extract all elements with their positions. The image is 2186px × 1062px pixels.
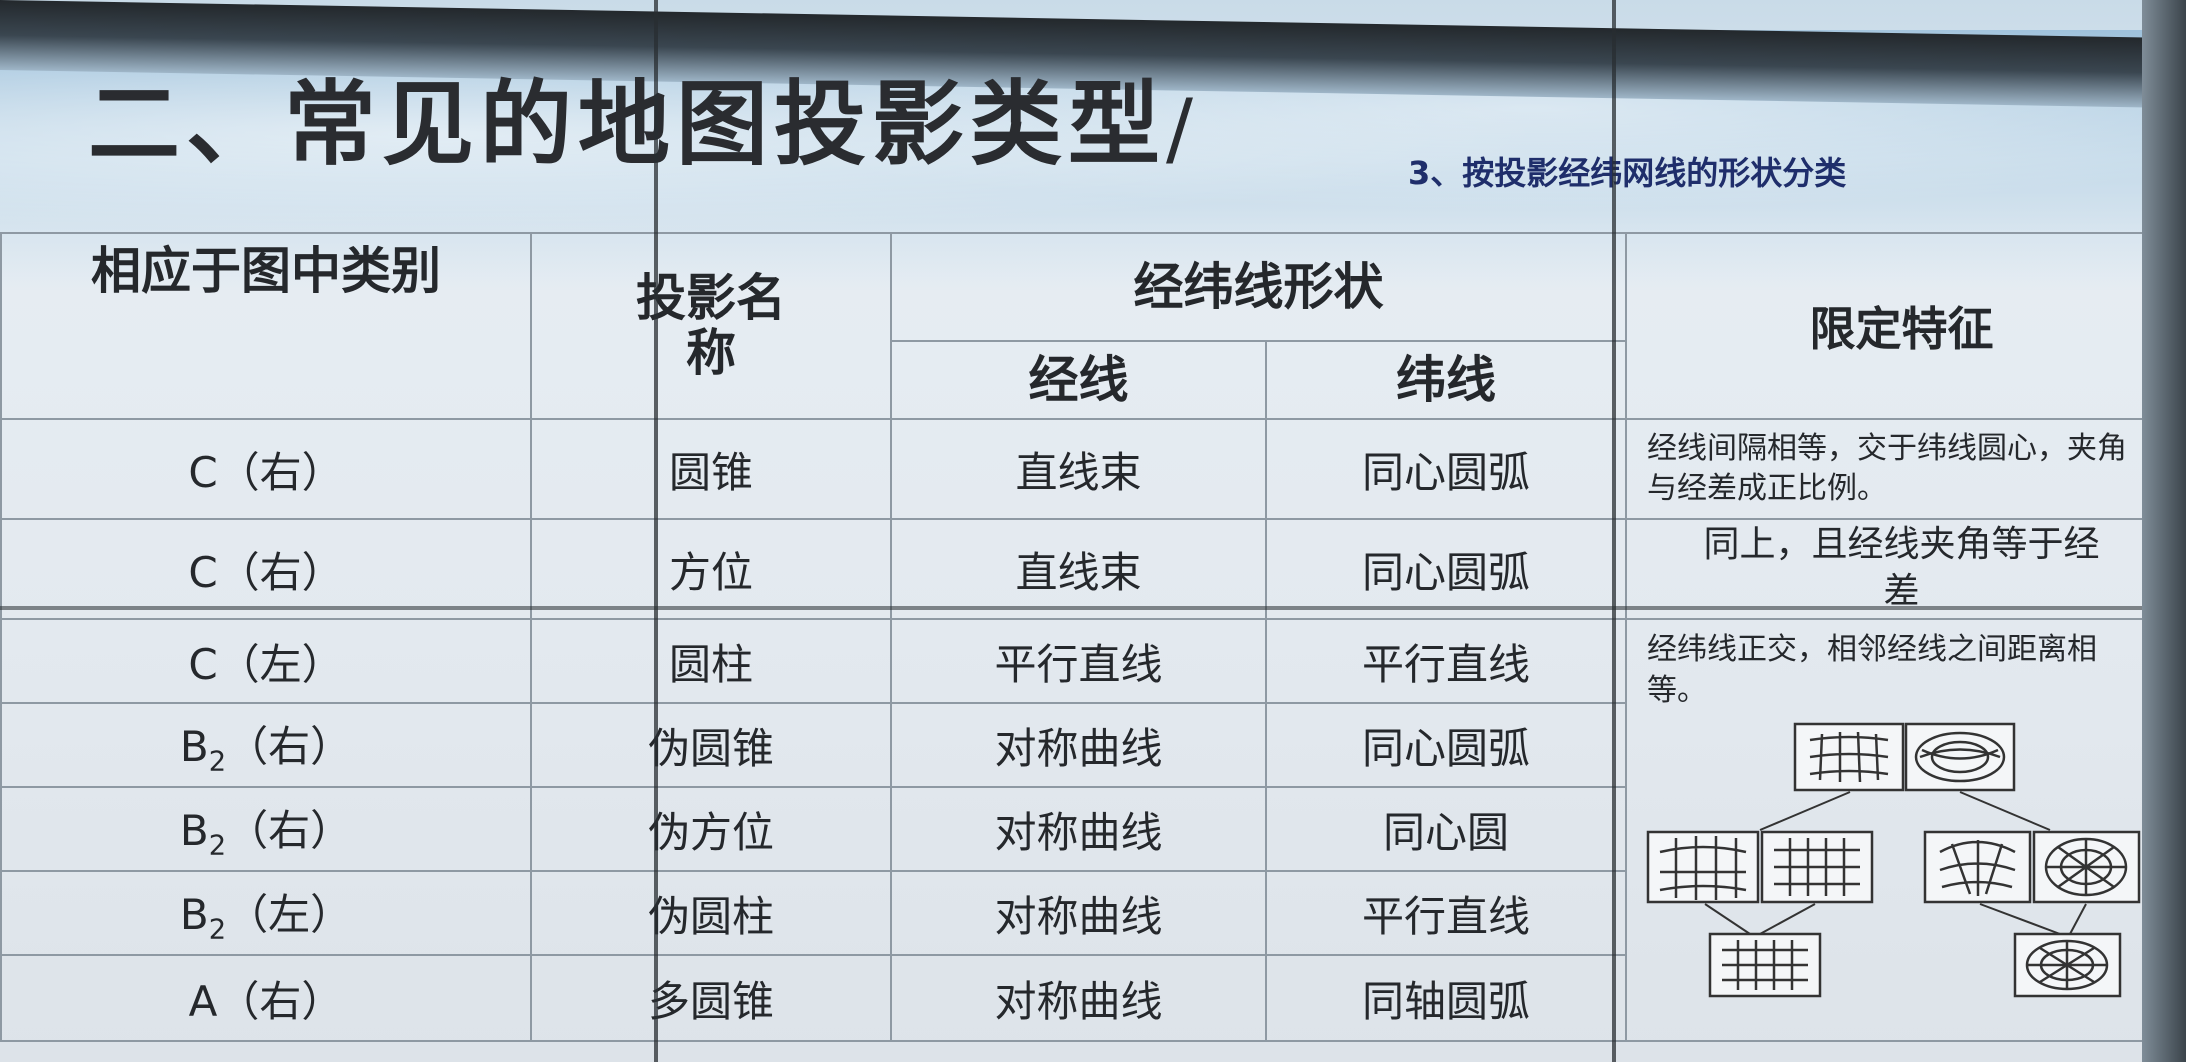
row-meridian-shape: 对称曲线 xyxy=(890,786,1267,872)
row-projection-name: 伪圆锥 xyxy=(530,702,892,788)
row-parallel-shape: 平行直线 xyxy=(1265,618,1627,704)
row-meridian-shape: 直线束 xyxy=(890,418,1267,520)
graticule-bottom-grid-icon xyxy=(1708,932,1822,998)
row-parallel-shape: 同心圆弧 xyxy=(1265,418,1627,520)
table-row: C（右） 圆锥 直线束 同心圆弧 经线间隔相等，交于纬线圆心，夹角与经差成正比例… xyxy=(0,418,2178,520)
row-meridian-shape: 对称曲线 xyxy=(890,870,1267,956)
row-projection-name: 圆柱 xyxy=(530,618,892,704)
row-parallel-shape: 同轴圆弧 xyxy=(1265,954,1627,1042)
row-feature-text: 同上，且经线夹角等于经差 xyxy=(1703,524,2100,612)
category-subscript: 2 xyxy=(208,746,227,778)
row-category: B2（右） xyxy=(0,786,532,872)
graticule-bottom-polar-icon xyxy=(2013,932,2122,998)
row-parallel-shape: 同心圆弧 xyxy=(1265,518,1627,620)
header-parallel: 纬线 xyxy=(1265,340,1627,420)
row-category: B2（左） xyxy=(0,870,532,956)
header-feature: 限定特征 xyxy=(1625,232,2178,420)
row-projection-name: 多圆锥 xyxy=(530,954,892,1042)
header-category: 相应于图中类别 xyxy=(0,232,532,420)
header-category-label: 相应于图中类别 xyxy=(91,242,441,300)
row-category: C（右） xyxy=(0,418,532,520)
graticule-conic-icon xyxy=(1923,830,2032,904)
graticule-pseudo-cylindrical-icon xyxy=(1646,830,1760,904)
category-letter: B xyxy=(179,721,209,771)
row-feature: 经线间隔相等，交于纬线圆心，夹角与经差成正比例。 xyxy=(1625,418,2178,520)
category-letter: B xyxy=(179,889,209,939)
table-row: C（右） 方位 直线束 同心圆弧 同上，且经线夹角等于经差 xyxy=(0,518,2178,620)
graticule-grid-icon xyxy=(1760,830,1874,904)
category-subscript: 2 xyxy=(208,914,227,946)
category-side: （右） xyxy=(226,805,353,855)
title-slash: / xyxy=(1166,82,1199,175)
screen-right-bezel xyxy=(2142,0,2186,1062)
table-row: C（左） 圆柱 平行直线 平行直线 经纬线正交，相邻经线之间距离相等。 xyxy=(0,618,2178,1042)
row-projection-name: 圆锥 xyxy=(530,418,892,520)
row-feature: 同上，且经线夹角等于经差 xyxy=(1625,518,2178,620)
display-seam-vertical xyxy=(1612,0,1616,1062)
category-side: （右） xyxy=(226,721,353,771)
row-parallel-shape: 同心圆 xyxy=(1265,786,1627,872)
presentation-slide: 二、常见的地图投影类型/ 3、按投影经纬网线的形状分类 相应于图中类别 投影名称… xyxy=(0,0,2186,1062)
category-letter: B xyxy=(179,805,209,855)
row-feature-text: 经纬线正交，相邻经线之间距离相等。 xyxy=(1647,632,2097,708)
row-category: A（右） xyxy=(0,954,532,1042)
slide-title-text: 二、常见的地图投影类型 xyxy=(88,71,1167,178)
row-projection-name: 伪方位 xyxy=(530,786,892,872)
row-meridian-shape: 直线束 xyxy=(890,518,1267,620)
row-projection-name: 伪圆柱 xyxy=(530,870,892,956)
row-category: B2（右） xyxy=(0,702,532,788)
row-meridian-shape: 对称曲线 xyxy=(890,702,1267,788)
graticule-diagram xyxy=(1646,722,2141,998)
display-seam-vertical xyxy=(654,0,658,1062)
slide-title: 二、常见的地图投影类型/ xyxy=(88,50,1199,183)
graticule-cylindrical-icon xyxy=(1793,722,1905,792)
graticule-azimuthal-icon xyxy=(1904,722,2016,792)
category-subscript: 2 xyxy=(208,830,227,862)
row-parallel-shape: 同心圆弧 xyxy=(1265,702,1627,788)
header-meridian: 经线 xyxy=(890,340,1267,420)
display-seam-horizontal xyxy=(0,606,2186,610)
row-meridian-shape: 平行直线 xyxy=(890,618,1267,704)
row-category: C（右） xyxy=(0,518,532,620)
slide-subtitle: 3、按投影经纬网线的形状分类 xyxy=(1408,154,1847,192)
row-parallel-shape: 平行直线 xyxy=(1265,870,1627,956)
row-meridian-shape: 对称曲线 xyxy=(890,954,1267,1042)
row-projection-name: 方位 xyxy=(530,518,892,620)
graticule-polar-icon xyxy=(2032,830,2141,904)
table-header-row: 相应于图中类别 投影名称 经纬线形状 限定特征 xyxy=(0,232,2178,420)
category-side: （左） xyxy=(226,889,353,939)
header-graticule-shape: 经纬线形状 xyxy=(890,232,1627,342)
header-projection-name: 投影名称 xyxy=(530,232,892,420)
row-category: C（左） xyxy=(0,618,532,704)
